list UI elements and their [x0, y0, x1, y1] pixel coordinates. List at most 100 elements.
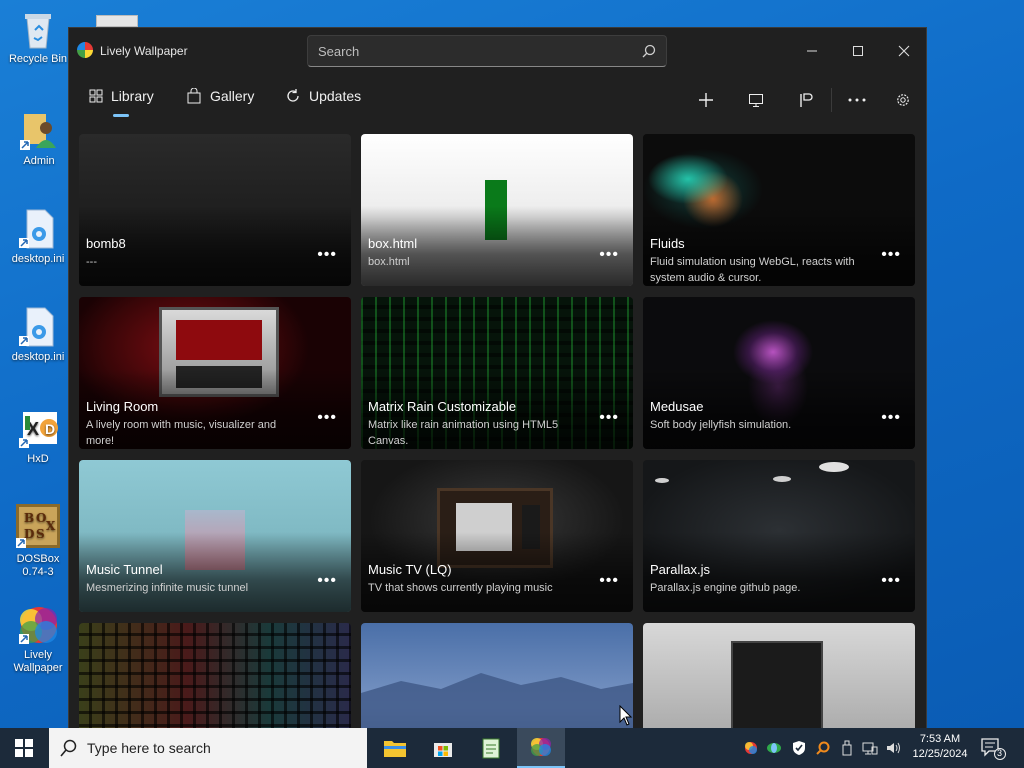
card-more-button[interactable]: ••• — [317, 246, 337, 264]
card-more-button[interactable]: ••• — [599, 572, 619, 590]
maximize-button[interactable] — [843, 36, 873, 66]
desktop-icon-desktop-ini-2[interactable]: desktop.ini — [3, 306, 73, 364]
desktop-icon-recycle-bin[interactable]: Recycle Bin — [3, 8, 73, 66]
svg-text:D: D — [45, 421, 55, 437]
desktop-icon-lively[interactable]: Lively Wallpaper — [3, 604, 73, 675]
lively-wallpaper-window: Lively Wallpaper Search Library Gallery … — [68, 27, 927, 732]
taskbar-clock[interactable]: 7:53 AM 12/25/2024 — [905, 732, 975, 762]
settings-file-icon — [17, 208, 59, 250]
screen-layout-button[interactable] — [744, 88, 768, 112]
wallpaper-card[interactable]: Parallax.js Parallax.js engine github pa… — [643, 460, 915, 612]
tab-label: Library — [111, 88, 154, 104]
title-bar[interactable]: Lively Wallpaper Search — [69, 28, 926, 74]
card-more-button[interactable]: ••• — [599, 409, 619, 427]
wallpaper-card[interactable]: Music TV (LQ) TV that shows currently pl… — [361, 460, 633, 612]
wallpaper-desc: box.html — [368, 256, 410, 268]
desktop-icon-label: DOSBox 0.74-3 — [16, 553, 60, 578]
more-icon — [848, 98, 866, 102]
tab-gallery[interactable]: Gallery — [186, 88, 254, 104]
wallpaper-preview — [79, 623, 351, 731]
wallpaper-title: Medusae — [650, 399, 704, 414]
taskbar-search-input[interactable]: Type here to search — [49, 728, 367, 768]
tab-library[interactable]: Library — [89, 88, 154, 104]
wallpaper-desc: Mesmerizing infinite music tunnel — [86, 582, 249, 594]
desktop-icon-desktop-ini-1[interactable]: desktop.ini — [3, 208, 73, 266]
add-wallpaper-button[interactable] — [694, 88, 718, 112]
search-input[interactable]: Search — [307, 35, 667, 67]
lively-app-icon — [17, 604, 59, 646]
ship-shape — [819, 462, 849, 472]
wallpaper-card[interactable]: Living Room A lively room with music, vi… — [79, 297, 351, 449]
more-options-button[interactable] — [845, 88, 869, 112]
minimize-button[interactable] — [797, 36, 827, 66]
wallpaper-card[interactable]: bomb8 --- ••• — [79, 134, 351, 286]
nav-bar: Library Gallery Updates — [69, 80, 926, 120]
wallpaper-title: Fluids — [650, 236, 685, 251]
wallpaper-card[interactable]: Matrix Rain Customizable Matrix like rai… — [361, 297, 633, 449]
tray-lively-icon[interactable] — [743, 740, 759, 756]
clock-time: 7:53 AM — [919, 733, 961, 745]
desktop-icon-partial[interactable] — [96, 15, 138, 27]
desktop-icon-dosbox[interactable]: BODSX DOSBox 0.74-3 — [3, 502, 73, 579]
wallpaper-card[interactable] — [79, 623, 351, 731]
folder-icon — [384, 741, 406, 757]
close-icon — [898, 45, 910, 57]
card-more-button[interactable]: ••• — [599, 246, 619, 264]
settings-button[interactable] — [891, 88, 915, 112]
card-more-button[interactable]: ••• — [881, 572, 901, 590]
svg-text:B: B — [24, 511, 34, 525]
card-more-button[interactable]: ••• — [881, 409, 901, 427]
wallpaper-card[interactable]: box.html box.html ••• — [361, 134, 633, 286]
desktop-icon-label: Recycle Bin — [8, 53, 68, 65]
tab-updates[interactable]: Updates — [285, 88, 361, 104]
mouse-cursor-icon — [619, 705, 633, 726]
wallpaper-desc: TV that shows currently playing music — [368, 582, 553, 594]
toolbar-divider — [831, 88, 832, 112]
shopping-bag-icon — [187, 88, 201, 104]
desktop-icon-label: desktop.ini — [11, 253, 65, 265]
wallpaper-desc: Matrix like rain animation using HTML5 C… — [368, 419, 559, 447]
action-center-button[interactable]: 3 — [980, 736, 1006, 760]
svg-text:O: O — [36, 511, 46, 525]
wallpaper-title: Living Room — [86, 399, 159, 414]
wallpaper-card[interactable]: Fluids Fluid simulation using WebGL, rea… — [643, 134, 915, 286]
taskbar-file-explorer[interactable] — [371, 728, 419, 768]
search-icon[interactable] — [642, 44, 656, 58]
tray-usb-icon[interactable] — [839, 740, 855, 756]
desktop-icon-hxd[interactable]: XD HxD — [3, 408, 73, 466]
wallpaper-card[interactable] — [643, 623, 915, 731]
clock-date: 12/25/2024 — [912, 748, 968, 760]
tray-search-orange-icon[interactable] — [815, 740, 831, 756]
taskbar-store[interactable] — [419, 728, 467, 768]
tray-network-icon[interactable] — [862, 740, 878, 756]
notepad-icon — [482, 738, 500, 759]
taskbar: Type here to search 7:53 AM 12/25/2024 3 — [0, 728, 1024, 768]
control-panel-button[interactable] — [794, 88, 818, 112]
tray-volume-icon[interactable] — [886, 740, 902, 756]
windows-logo-icon — [15, 739, 33, 757]
tray-security-shield-icon[interactable] — [791, 740, 807, 756]
wallpaper-title: Music Tunnel — [86, 562, 163, 577]
card-more-button[interactable]: ••• — [317, 572, 337, 590]
wallpaper-card[interactable]: Music Tunnel Mesmerizing infinite music … — [79, 460, 351, 612]
search-icon — [60, 739, 77, 757]
desktop-icon-admin[interactable]: Admin — [4, 110, 74, 168]
start-button[interactable] — [0, 728, 48, 768]
wallpaper-desc: Parallax.js engine github page. — [650, 582, 801, 594]
refresh-icon — [287, 89, 299, 102]
search-placeholder: Search — [318, 43, 360, 59]
card-more-button[interactable]: ••• — [317, 409, 337, 427]
card-more-button[interactable]: ••• — [881, 246, 901, 264]
wallpaper-card[interactable]: Medusae Soft body jellyfish simulation. … — [643, 297, 915, 449]
close-button[interactable] — [889, 36, 919, 66]
store-icon — [434, 743, 452, 757]
wallpaper-desc: Fluid simulation using WebGL, reacts wit… — [650, 256, 855, 284]
taskbar-notepad-plus[interactable] — [467, 728, 515, 768]
ship-shape — [773, 476, 791, 482]
tray-network-globe-icon[interactable] — [766, 740, 782, 756]
svg-text:X: X — [46, 519, 56, 533]
selected-tab-indicator — [113, 114, 129, 117]
add-icon — [699, 93, 713, 107]
taskbar-lively-wallpaper[interactable] — [517, 728, 565, 768]
wallpaper-card[interactable] — [361, 623, 633, 731]
